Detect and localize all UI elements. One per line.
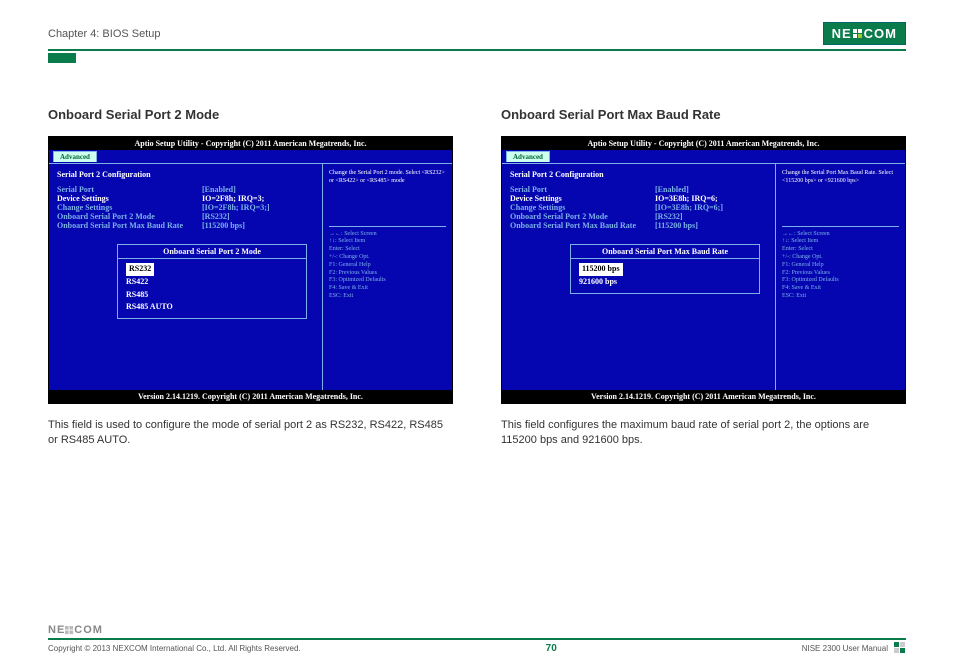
popup-option[interactable]: RS485 AUTO [126,301,298,314]
bios-row-label: Serial Port [57,185,202,194]
bios-key-hint: F3: Optimized Defaults [782,277,899,285]
bios-row-value: [115200 bps] [202,221,245,230]
bios-row: Onboard Serial Port 2 Mode[RS232] [57,212,314,221]
bios-popup-left: Onboard Serial Port 2 Mode RS232RS422RS4… [117,244,307,319]
bios-key-hint: ESC: Exit [782,293,899,301]
bios-key-hint: ↑↓: Select Item [329,238,446,246]
bios-row-value: IO=3E8h; IRQ=6; [655,194,718,203]
popup-option[interactable]: RS485 [126,289,298,302]
divider-top [48,49,906,51]
bios-key-hint: Enter: Select [782,246,899,254]
bios-tab-advanced: Advanced [53,151,97,162]
bios-key-hint: →←: Select Screen [782,231,899,239]
bios-row: Serial Port[Enabled] [57,185,314,194]
bios-section-heading: Serial Port 2 Configuration [57,170,314,179]
bios-version-bar: Version 2.14.1219. Copyright (C) 2011 Am… [502,390,905,403]
left-column: Onboard Serial Port 2 Mode Aptio Setup U… [48,107,453,449]
popup-option[interactable]: 115200 bps [579,263,751,276]
popup-option[interactable]: RS232 [126,263,298,276]
bios-row: Onboard Serial Port 2 Mode[RS232] [510,212,767,221]
page-tab-mark [48,53,76,63]
bios-key-hint: F3: Optimized Defaults [329,277,446,285]
bios-row-value: [115200 bps] [655,221,698,230]
popup-title: Onboard Serial Port 2 Mode [118,245,306,259]
bios-help-divider [782,226,899,227]
section-title-right: Onboard Serial Port Max Baud Rate [501,107,906,122]
section-title-left: Onboard Serial Port 2 Mode [48,107,453,122]
bios-row-label: Device Settings [57,194,202,203]
popup-option[interactable]: RS422 [126,276,298,289]
bios-help-text: Change the Serial Port 2 mode. Select <R… [329,170,446,186]
bios-key-hint: +/-: Change Opt. [782,254,899,262]
bios-keys-right: →←: Select Screen↑↓: Select ItemEnter: S… [782,231,899,301]
footer-manual-name: NISE 2300 User Manual [802,644,888,653]
divider-bottom [48,638,906,640]
bios-row: Change Settings[IO=2F8h; IRQ=3;] [57,203,314,212]
footer-copyright: Copyright © 2013 NEXCOM International Co… [48,644,301,653]
bios-row-value: [Enabled] [202,185,236,194]
bios-section-heading: Serial Port 2 Configuration [510,170,767,179]
bios-popup-right: Onboard Serial Port Max Baud Rate 115200… [570,244,760,294]
bios-row-label: Change Settings [57,203,202,212]
bios-row-label: Onboard Serial Port 2 Mode [57,212,202,221]
bios-titlebar: Aptio Setup Utility - Copyright (C) 2011… [49,137,452,150]
bios-key-hint: F4: Save & Exit [782,285,899,293]
bios-row-label: Device Settings [510,194,655,203]
bios-row-label: Onboard Serial Port Max Baud Rate [57,221,202,230]
bios-row: Change Settings[IO=3E8h; IRQ=6;] [510,203,767,212]
bios-key-hint: ↑↓: Select Item [782,238,899,246]
bios-version-bar: Version 2.14.1219. Copyright (C) 2011 Am… [49,390,452,403]
bios-key-hint: F4: Save & Exit [329,285,446,293]
popup-option[interactable]: 921600 bps [579,276,751,289]
chapter-label: Chapter 4: BIOS Setup [48,28,161,40]
bios-row: Device SettingsIO=2F8h; IRQ=3; [57,194,314,203]
bios-row-label: Onboard Serial Port 2 Mode [510,212,655,221]
bios-key-hint: →←: Select Screen [329,231,446,239]
bios-row-label: Serial Port [510,185,655,194]
bios-help-text: Change the Serial Port Max Baud Rate. Se… [782,170,899,186]
bios-key-hint: ESC: Exit [329,293,446,301]
bios-rows-left: Serial Port[Enabled]Device SettingsIO=2F… [57,185,314,230]
bios-titlebar: Aptio Setup Utility - Copyright (C) 2011… [502,137,905,150]
bios-row: Device SettingsIO=3E8h; IRQ=6; [510,194,767,203]
bios-key-hint: +/-: Change Opt. [329,254,446,262]
bios-row-value: [RS232] [655,212,683,221]
popup-body-right: 115200 bps921600 bps [571,259,759,293]
bios-key-hint: F1: General Help [782,262,899,270]
logo-nexcom: NECOM [823,22,906,45]
description-left: This field is used to configure the mode… [48,418,453,449]
bios-row: Serial Port[Enabled] [510,185,767,194]
bios-key-hint: Enter: Select [329,246,446,254]
bios-key-hint: F1: General Help [329,262,446,270]
footer-logo-nexcom: NECOM [48,624,103,636]
bios-tab-advanced: Advanced [506,151,550,162]
popup-title: Onboard Serial Port Max Baud Rate [571,245,759,259]
bios-keys-left: →←: Select Screen↑↓: Select ItemEnter: S… [329,231,446,301]
bios-row-label: Change Settings [510,203,655,212]
bios-screenshot-right: Aptio Setup Utility - Copyright (C) 2011… [501,136,906,404]
bios-row-value: [IO=2F8h; IRQ=3;] [202,203,270,212]
right-column: Onboard Serial Port Max Baud Rate Aptio … [501,107,906,449]
bios-row: Onboard Serial Port Max Baud Rate[115200… [57,221,314,230]
page-number: 70 [546,643,557,654]
bios-screenshot-left: Aptio Setup Utility - Copyright (C) 2011… [48,136,453,404]
bios-tab-row: Advanced [49,150,452,164]
bios-help-divider [329,226,446,227]
bios-row: Onboard Serial Port Max Baud Rate[115200… [510,221,767,230]
bios-row-value: IO=2F8h; IRQ=3; [202,194,264,203]
bios-row-label: Onboard Serial Port Max Baud Rate [510,221,655,230]
bios-rows-right: Serial Port[Enabled]Device SettingsIO=3E… [510,185,767,230]
popup-body-left: RS232RS422RS485RS485 AUTO [118,259,306,318]
description-right: This field configures the maximum baud r… [501,418,906,449]
bios-row-value: [RS232] [202,212,230,221]
footer-squares-icon [894,642,906,654]
bios-row-value: [Enabled] [655,185,689,194]
bios-row-value: [IO=3E8h; IRQ=6;] [655,203,723,212]
bios-tab-row: Advanced [502,150,905,164]
